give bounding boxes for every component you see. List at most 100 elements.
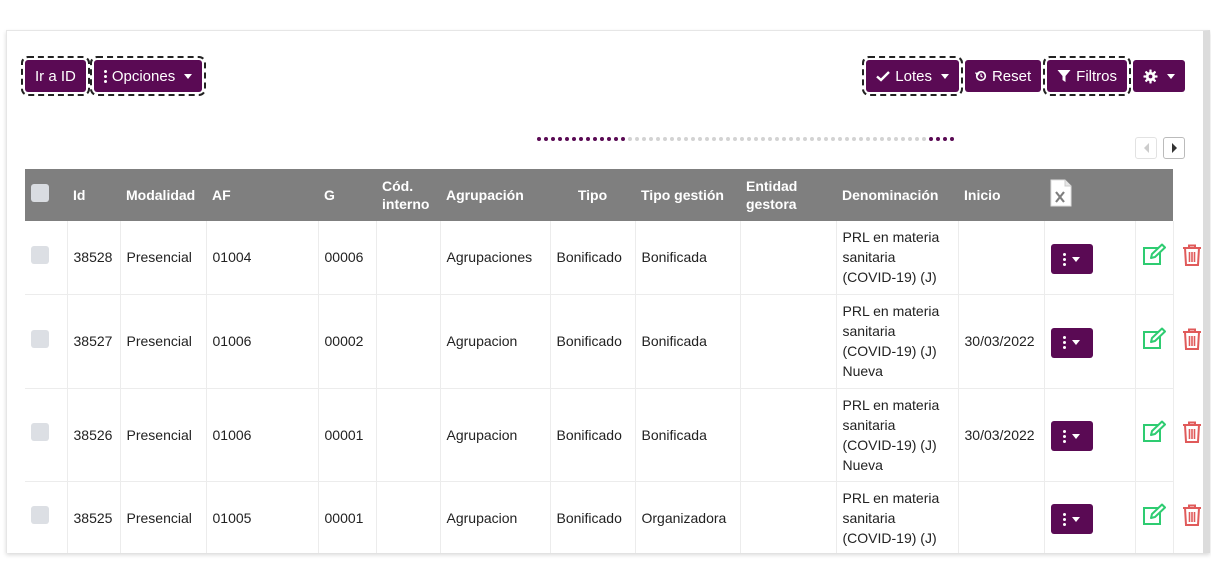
scroll-dot — [810, 137, 814, 141]
caret-down-icon — [1072, 340, 1080, 346]
scroll-dot — [558, 137, 562, 141]
edit-icon[interactable] — [1142, 243, 1166, 267]
table-row[interactable]: 38528 Presencial 01004 00006 Agrupaciones Bon… — [25, 221, 1201, 295]
scroll-dot — [754, 137, 758, 141]
cell-tipo: Bonificado — [550, 388, 636, 482]
row-checkbox[interactable] — [31, 506, 49, 524]
scroll-dot — [719, 137, 723, 141]
header-af[interactable]: AF — [206, 169, 318, 221]
cell-entidad-gestora — [740, 388, 837, 482]
scroll-dot — [852, 137, 856, 141]
row-checkbox[interactable] — [31, 423, 49, 441]
header-modalidad[interactable]: Modalidad — [120, 169, 206, 221]
cell-inicio — [958, 221, 1045, 295]
vertical-dots-icon — [1063, 252, 1066, 266]
row-checkbox[interactable] — [31, 245, 49, 264]
scroll-dot — [824, 137, 828, 141]
header-cod-interno[interactable]: Cód. interno — [376, 169, 440, 221]
reset-label: Reset — [991, 67, 1032, 85]
header-empty — [1135, 169, 1173, 221]
scroll-dot — [691, 137, 695, 141]
scroll-dot — [922, 137, 926, 141]
caret-down-icon — [940, 73, 949, 79]
row-menu-cell — [1044, 294, 1136, 389]
header-inicio[interactable]: Inicio — [958, 169, 1044, 221]
scroll-dot — [859, 137, 863, 141]
scroll-dot — [670, 137, 674, 141]
cell-tipo-gestion: Bonificada — [635, 221, 741, 295]
edit-icon[interactable] — [1142, 503, 1166, 527]
trash-icon[interactable] — [1180, 503, 1204, 527]
header-entidad-gestora[interactable]: Entidad gestora — [740, 169, 836, 221]
toolbar-left: Ir a ID Opciones — [21, 56, 207, 96]
scroll-dot — [712, 137, 716, 141]
check-icon — [876, 71, 891, 82]
cell-af: 01006 — [206, 294, 319, 389]
cell-modalidad: Presencial — [120, 388, 207, 482]
header-tipo[interactable]: Tipo — [550, 169, 635, 221]
cell-entidad-gestora — [740, 481, 837, 553]
scroll-dot — [677, 137, 681, 141]
scroll-dot — [733, 137, 737, 141]
filter-icon — [1057, 70, 1071, 82]
cell-modalidad: Presencial — [120, 294, 207, 389]
scroll-dot — [775, 137, 779, 141]
scroll-dot — [586, 137, 590, 141]
trash-icon[interactable] — [1180, 243, 1204, 267]
scroll-dot — [628, 137, 632, 141]
chevron-left-icon — [1143, 143, 1149, 153]
edit-icon[interactable] — [1142, 327, 1166, 351]
cell-tipo: Bonificado — [550, 221, 636, 295]
go-to-id-button[interactable]: Ir a ID — [21, 56, 90, 96]
scroll-dot — [929, 137, 933, 141]
options-label: Opciones — [111, 67, 176, 85]
scroll-dot — [789, 137, 793, 141]
cell-g: 00002 — [318, 294, 377, 389]
scroll-dot — [565, 137, 569, 141]
row-actions-button[interactable] — [1050, 327, 1093, 358]
row-checkbox[interactable] — [31, 329, 49, 348]
edit-icon[interactable] — [1142, 420, 1166, 444]
scroll-right-button[interactable] — [1163, 137, 1185, 159]
scroll-dot — [796, 137, 800, 141]
scroll-dot — [908, 137, 912, 141]
row-actions-button[interactable] — [1050, 421, 1093, 452]
settings-button[interactable] — [1133, 60, 1185, 92]
header-agrupacion[interactable]: Agrupación — [440, 169, 550, 221]
scroll-position-indicator — [537, 137, 954, 141]
header-tipo-gestion[interactable]: Tipo gestión — [635, 169, 740, 221]
scroll-dot — [635, 137, 639, 141]
row-actions-button[interactable] — [1050, 244, 1093, 274]
scroll-dot — [705, 137, 709, 141]
scroll-dot — [845, 137, 849, 141]
trash-icon[interactable] — [1180, 420, 1204, 444]
scroll-dot — [614, 137, 618, 141]
reset-button[interactable]: Reset — [964, 60, 1042, 92]
select-all-checkbox[interactable] — [31, 184, 49, 202]
row-actions-button[interactable] — [1050, 504, 1093, 535]
excel-export-icon[interactable] — [1050, 179, 1072, 207]
scroll-dot — [943, 137, 947, 141]
header-id[interactable]: Id — [67, 169, 120, 221]
header-g[interactable]: G — [318, 169, 376, 221]
table-row[interactable]: 38525 Presencial 01005 00001 Agrupacion Bonif… — [25, 481, 1201, 553]
reset-icon — [974, 70, 987, 82]
header-denominacion[interactable]: Denominación — [836, 169, 958, 221]
trash-icon[interactable] — [1180, 327, 1204, 351]
filters-button[interactable]: Filtros — [1043, 56, 1131, 96]
pagination-controls — [1135, 137, 1185, 159]
scroll-left-button[interactable] — [1135, 137, 1157, 159]
lotes-button[interactable]: Lotes — [862, 56, 963, 96]
options-button[interactable]: Opciones — [89, 56, 207, 96]
vertical-dots-icon — [1063, 336, 1066, 350]
cell-tipo: Bonificado — [550, 481, 636, 553]
vertical-dots-icon — [1063, 512, 1066, 526]
scroll-dot — [838, 137, 842, 141]
scroll-dot — [761, 137, 765, 141]
row-edit-cell — [1135, 388, 1174, 482]
scroll-dot — [684, 137, 688, 141]
table-row[interactable]: 38527 Presencial 01006 00002 Agrupacion Bonif… — [25, 294, 1201, 389]
table-row[interactable]: 38526 Presencial 01006 00001 Agrupacion Bonif… — [25, 388, 1201, 482]
cell-af: 01005 — [206, 481, 319, 553]
cell-inicio: 30/03/2022 — [958, 294, 1045, 389]
